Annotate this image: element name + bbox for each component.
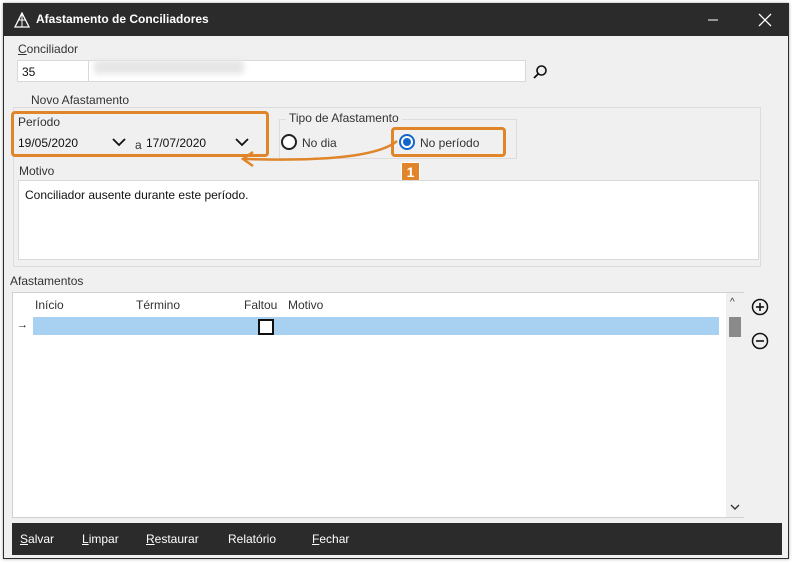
bottom-toolbar: Salvar Limpar Restaurar Relatório Fechar	[12, 523, 782, 555]
afastamentos-label: Afastamentos	[10, 274, 84, 288]
conciliador-label: Conciliador	[18, 42, 79, 56]
fechar-button[interactable]: Fechar	[312, 532, 349, 546]
faltou-checkbox[interactable]	[258, 319, 274, 335]
limpar-button[interactable]: Limpar	[82, 532, 119, 546]
col-header-inicio[interactable]: Início	[35, 298, 64, 312]
minimize-button[interactable]	[690, 4, 736, 36]
window-title: Afastamento de Conciliadores	[36, 12, 209, 26]
periodo-label: Período	[18, 115, 61, 129]
add-circle-icon[interactable]	[751, 298, 769, 316]
radio-no-periodo[interactable]: No período	[399, 132, 503, 152]
col-header-motivo[interactable]: Motivo	[288, 298, 323, 312]
restaurar-button[interactable]: Restaurar	[146, 532, 199, 546]
conciliador-name-redacted	[94, 60, 244, 74]
search-icon[interactable]	[532, 64, 548, 80]
end-date-value: 17/07/2020	[146, 136, 207, 150]
vertical-scrollbar[interactable]: ^	[726, 293, 744, 517]
dialog-window: Afastamento de Conciliadores Conciliador…	[3, 3, 789, 559]
callout-arrow-icon	[240, 140, 398, 168]
chevron-down-icon[interactable]	[112, 137, 126, 147]
afastamentos-grid[interactable]: Início Término Faltou Motivo → ^	[12, 292, 744, 518]
start-date-picker[interactable]: 19/05/2020	[18, 132, 132, 154]
conciliador-code-input[interactable]: 35	[17, 60, 89, 82]
row-pointer-icon: →	[17, 319, 28, 331]
table-row[interactable]	[33, 317, 719, 335]
step-badge: 1	[401, 162, 420, 181]
radio-no-periodo-label: No período	[420, 136, 480, 150]
col-header-faltou[interactable]: Faltou	[244, 298, 277, 312]
motivo-value: Conciliador ausente durante este período…	[25, 188, 249, 202]
start-date-value: 19/05/2020	[18, 136, 79, 150]
title-bar[interactable]: Afastamento de Conciliadores	[4, 4, 788, 36]
col-header-termino[interactable]: Término	[136, 298, 180, 312]
remove-circle-icon[interactable]	[751, 332, 769, 350]
minimize-icon	[708, 19, 718, 21]
scroll-thumb[interactable]	[729, 317, 741, 337]
relatorio-button[interactable]: Relatório	[228, 532, 276, 546]
close-icon	[758, 13, 772, 27]
close-button[interactable]	[742, 4, 788, 36]
scroll-down-icon[interactable]	[730, 503, 740, 511]
app-logo-icon	[14, 12, 30, 28]
date-separator: a	[135, 138, 142, 152]
novo-afastamento-label: Novo Afastamento	[28, 93, 133, 107]
conciliador-code-value: 35	[22, 65, 36, 79]
scroll-up-icon[interactable]: ^	[730, 297, 735, 308]
motivo-textarea[interactable]: Conciliador ausente durante este período…	[18, 180, 759, 260]
tipo-afastamento-label: Tipo de Afastamento	[286, 111, 402, 125]
motivo-label: Motivo	[19, 164, 55, 178]
salvar-button[interactable]: Salvar	[20, 532, 54, 546]
